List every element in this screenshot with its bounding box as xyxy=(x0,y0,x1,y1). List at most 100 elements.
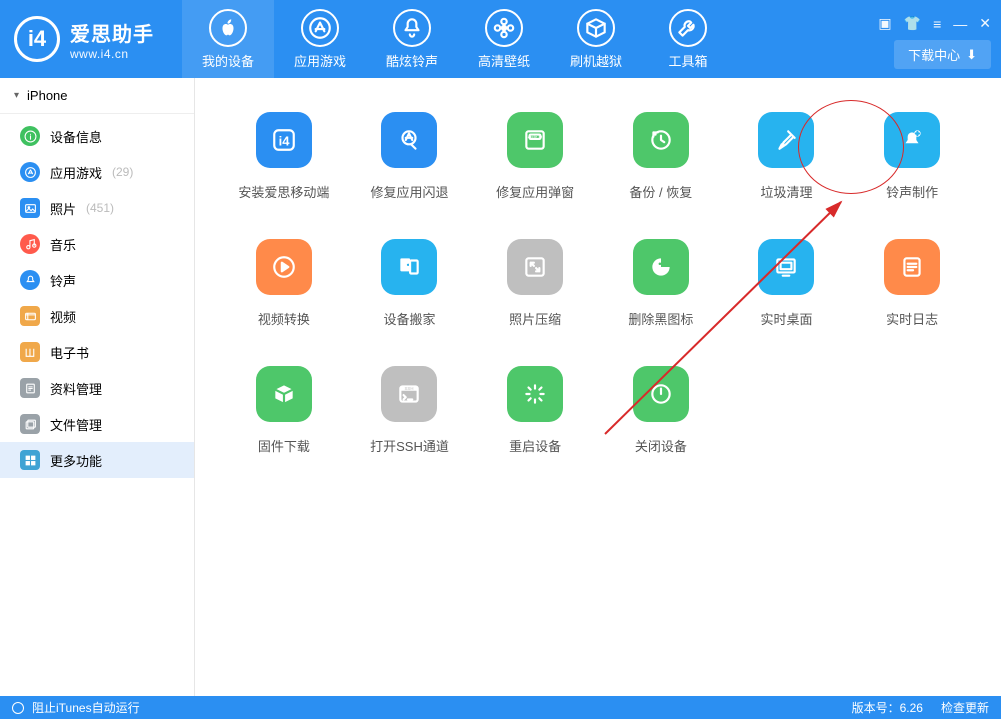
video-icon xyxy=(20,306,40,326)
tool-label: 垃圾清理 xyxy=(760,182,812,201)
tool-log[interactable]: 实时日志 xyxy=(851,239,973,328)
tool-pac[interactable]: 删除黑图标 xyxy=(600,239,722,328)
sidebar-item-label: 设备信息 xyxy=(50,127,102,146)
tool-label: 视频转换 xyxy=(258,309,310,328)
sidebar-item-files[interactable]: 文件管理 xyxy=(0,406,194,442)
files-icon xyxy=(20,414,40,434)
box-icon xyxy=(577,9,615,47)
nav-bell[interactable]: 酷炫铃声 xyxy=(366,0,458,78)
feedback-icon[interactable]: ▣ xyxy=(878,15,891,32)
tool-label: 打开SSH通道 xyxy=(370,436,449,455)
nav-apple[interactable]: 我的设备 xyxy=(182,0,274,78)
tool-power[interactable]: 关闭设备 xyxy=(600,366,722,455)
sidebar: ▾ iPhone 设备信息应用游戏(29) 照片 (451) 音乐铃声视频电子书资料管… xyxy=(0,78,195,696)
check-update-link[interactable]: 检查更新 xyxy=(941,699,989,716)
tool-label: 固件下载 xyxy=(258,436,310,455)
tool-cube[interactable]: 固件下载 xyxy=(223,366,345,455)
tool-appleid[interactable]: Apple ID 修复应用弹窗 xyxy=(474,112,596,201)
tool-label: 删除黑图标 xyxy=(628,309,693,328)
svg-text:Apple ID: Apple ID xyxy=(528,135,543,139)
nav-label: 我的设备 xyxy=(202,51,254,70)
sidebar-item-photo[interactable]: 照片 (451) xyxy=(0,190,194,226)
tool-label: 安装爱思移动端 xyxy=(238,182,329,201)
restore-icon xyxy=(633,112,689,168)
sidebar-item-label: 更多功能 xyxy=(50,451,102,470)
sidebar-item-appstore[interactable]: 应用游戏(29) xyxy=(0,154,194,190)
move-icon xyxy=(381,239,437,295)
svg-text:SSH: SSH xyxy=(405,386,414,391)
broom-icon xyxy=(758,112,814,168)
tool-move[interactable]: 设备搬家 xyxy=(349,239,471,328)
sidebar-item-bell[interactable]: 铃声 xyxy=(0,262,194,298)
bellplus-icon xyxy=(884,112,940,168)
minimize-icon[interactable]: — xyxy=(953,16,967,32)
nav-label: 高清壁纸 xyxy=(478,51,530,70)
tool-broom[interactable]: 垃圾清理 xyxy=(726,112,848,201)
sidebar-item-label: 视频 xyxy=(50,307,76,326)
download-center-label: 下载中心 xyxy=(908,45,960,64)
download-center-button[interactable]: 下载中心 ⬇ xyxy=(894,40,991,69)
tool-label: 重启设备 xyxy=(509,436,561,455)
tool-loading[interactable]: 重启设备 xyxy=(474,366,596,455)
play-icon xyxy=(256,239,312,295)
log-icon xyxy=(884,239,940,295)
tool-compress[interactable]: 照片压缩 xyxy=(474,239,596,328)
top-nav: 我的设备 应用游戏酷炫铃声 高清壁纸 刷机越狱 工具箱 xyxy=(182,0,734,78)
nav-label: 刷机越狱 xyxy=(570,51,622,70)
power-icon xyxy=(633,366,689,422)
screen-icon xyxy=(758,239,814,295)
sidebar-device-header[interactable]: ▾ iPhone xyxy=(0,78,194,114)
grid-icon xyxy=(20,450,40,470)
sidebar-item-label: 照片 xyxy=(50,199,76,218)
sidebar-item-label: 文件管理 xyxy=(50,415,102,434)
tool-i4[interactable]: i4安装爱思移动端 xyxy=(223,112,345,201)
appleid-icon: Apple ID xyxy=(507,112,563,168)
sidebar-item-label: 电子书 xyxy=(50,343,89,362)
sidebar-item-video[interactable]: 视频 xyxy=(0,298,194,334)
appstore-icon xyxy=(301,9,339,47)
sidebar-item-count: (29) xyxy=(112,165,133,179)
itunes-block-toggle[interactable]: 阻止iTunes自动运行 xyxy=(32,699,140,716)
nav-box[interactable]: 刷机越狱 xyxy=(550,0,642,78)
tool-label: 修复应用弹窗 xyxy=(496,182,574,201)
appfix-icon xyxy=(381,112,437,168)
nav-flower[interactable]: 高清壁纸 xyxy=(458,0,550,78)
window-controls: ▣ 👕 ≡ — ✕ xyxy=(878,15,991,32)
tool-label: 照片压缩 xyxy=(509,309,561,328)
menu-icon[interactable]: ≡ xyxy=(933,16,941,32)
sidebar-item-book[interactable]: 电子书 xyxy=(0,334,194,370)
book-icon xyxy=(20,342,40,362)
sidebar-item-label: 音乐 xyxy=(50,235,76,254)
nav-label: 工具箱 xyxy=(668,51,707,70)
tool-appfix[interactable]: 修复应用闪退 xyxy=(349,112,471,201)
loading-icon xyxy=(507,366,563,422)
chevron-down-icon: ▾ xyxy=(14,90,19,101)
app-name: 爱思助手 xyxy=(70,18,154,47)
nav-appstore[interactable]: 应用游戏 xyxy=(274,0,366,78)
skin-icon[interactable]: 👕 xyxy=(904,15,921,32)
tool-label: 设备搬家 xyxy=(383,309,435,328)
app-url: www.i4.cn xyxy=(70,47,154,61)
tool-play[interactable]: 视频转换 xyxy=(223,239,345,328)
close-icon[interactable]: ✕ xyxy=(979,15,991,32)
nav-label: 酷炫铃声 xyxy=(386,51,438,70)
compress-icon xyxy=(507,239,563,295)
tool-label: 修复应用闪退 xyxy=(370,182,448,201)
ssh-icon: SSH xyxy=(381,366,437,422)
tool-label: 铃声制作 xyxy=(886,182,938,201)
nav-wrench[interactable]: 工具箱 xyxy=(642,0,734,78)
tool-screen[interactable]: 实时桌面 xyxy=(726,239,848,328)
tool-label: 关闭设备 xyxy=(635,436,687,455)
logo: i4 爱思助手 www.i4.cn xyxy=(0,16,172,62)
sidebar-item-label: 铃声 xyxy=(50,271,76,290)
tool-label: 实时桌面 xyxy=(760,309,812,328)
sidebar-item-count: (451) xyxy=(86,201,114,215)
pac-icon xyxy=(633,239,689,295)
sidebar-item-info[interactable]: 设备信息 xyxy=(0,118,194,154)
sidebar-item-doc[interactable]: 资料管理 xyxy=(0,370,194,406)
tool-restore[interactable]: 备份 / 恢复 xyxy=(600,112,722,201)
tool-ssh[interactable]: SSH 打开SSH通道 xyxy=(349,366,471,455)
sidebar-item-music[interactable]: 音乐 xyxy=(0,226,194,262)
tool-bellplus[interactable]: 铃声制作 xyxy=(851,112,973,201)
sidebar-item-grid[interactable]: 更多功能 xyxy=(0,442,194,478)
